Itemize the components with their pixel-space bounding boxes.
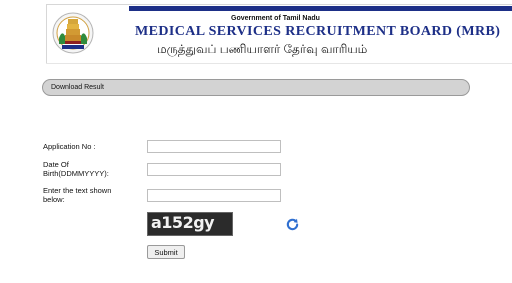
captcha-label-line-2: below: — [43, 195, 65, 204]
submit-button[interactable]: Submit — [147, 245, 185, 259]
dob-label-line-2: Birth(DDMMYYYY): — [43, 169, 109, 178]
header-divider — [46, 63, 512, 64]
tamil-nadu-emblem-logo — [52, 12, 94, 54]
dob-input[interactable] — [147, 163, 281, 176]
captcha-label-line-1: Enter the text shown — [43, 186, 112, 195]
board-name-tamil: மருத்துவப் பணியாளர் தேர்வு வாரியம் — [157, 42, 368, 56]
header-top-line — [129, 6, 512, 11]
captcha-label: Enter the text shown below: — [43, 186, 111, 204]
captcha-input[interactable] — [147, 189, 281, 202]
captcha-text: a152gy — [151, 213, 215, 232]
section-title-bar: Download Result — [42, 79, 470, 96]
dob-label-line-1: Date Of — [43, 160, 69, 169]
application-no-label: Application No : — [43, 142, 96, 151]
site-header: Government of Tamil Nadu MEDICAL SERVICE… — [46, 4, 512, 64]
refresh-icon[interactable] — [285, 217, 300, 232]
dob-label: Date Of Birth(DDMMYYYY): — [43, 160, 109, 178]
government-label: Government of Tamil Nadu — [231, 15, 320, 22]
captcha-image: a152gy — [147, 212, 233, 236]
board-name-english: MEDICAL SERVICES RECRUITMENT BOARD (MRB) — [135, 24, 501, 39]
application-no-input[interactable] — [147, 140, 281, 153]
